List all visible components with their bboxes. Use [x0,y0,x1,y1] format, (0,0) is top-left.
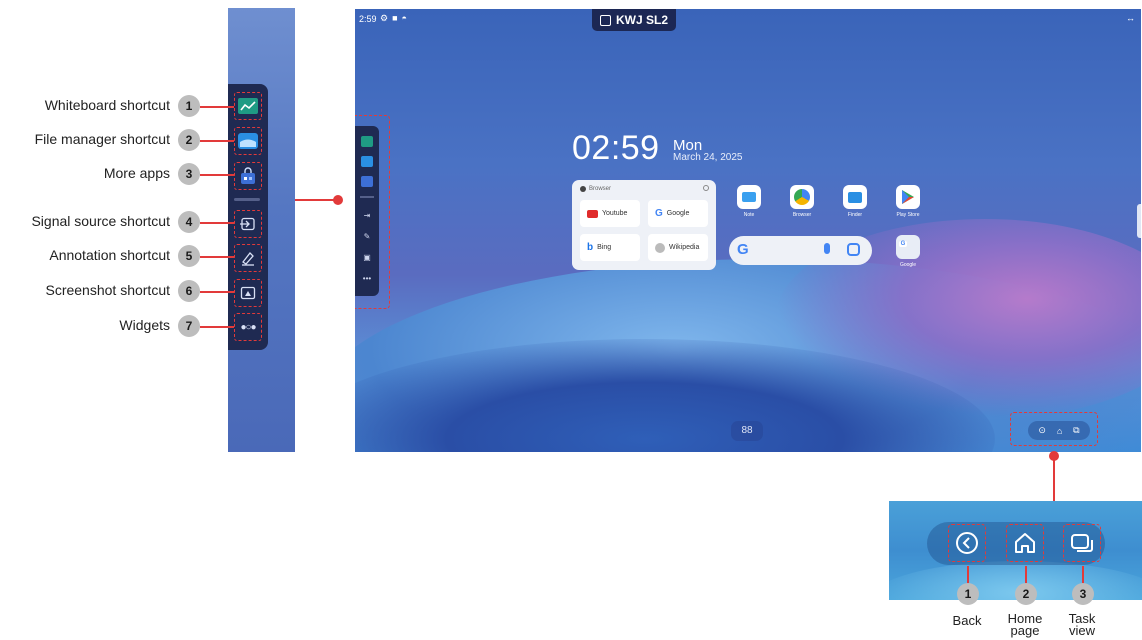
square-icon: ■ [392,13,398,23]
callout-line [200,256,234,258]
google-search-widget[interactable]: G [729,236,872,265]
callout-label: Screenshot shortcut [45,282,170,298]
app-finder[interactable]: Finder [835,185,875,218]
callout-label: Home page [1007,611,1043,638]
bookmark-bing[interactable]: b Bing [580,234,640,261]
gear-icon: ⚙ [380,13,389,23]
browser-widget: Browser Youtube G Google b Bing Wikipedi… [572,180,716,270]
more-apps-button[interactable] [234,162,262,190]
callout-number-badge: 7 [178,315,200,337]
page: ●○● Whiteboard shortcut 1 File manager sho… [0,0,1142,640]
status-time: 2:59 [359,14,377,24]
widgets-icon: ●○● [240,321,256,333]
sync-icon: ◓ [401,13,407,23]
device-icon [599,14,611,26]
screenshot-icon [240,286,256,300]
screenshot-shortcut-button[interactable] [234,279,262,307]
callout-line [200,174,234,176]
widgets-button[interactable]: ●○● [234,313,262,341]
bing-icon: b [587,242,594,253]
device-title: KWJ SL2 [615,13,668,27]
clock: 02:59 [572,129,660,167]
play-store-icon [896,185,920,209]
whiteboard-icon [238,98,258,114]
task-view-button[interactable] [1063,524,1101,562]
date: March 24, 2025 [673,152,743,163]
finder-icon [843,185,867,209]
google-icon: G [737,241,749,258]
callout-number-badge: 3 [1072,583,1094,605]
google-folder-icon: G [896,235,920,259]
callout-label: Whiteboard shortcut [44,97,170,113]
callout-label: File manager shortcut [34,131,170,147]
app-google-folder[interactable]: G Google [888,235,928,268]
bookmark-wikipedia[interactable]: Wikipedia [648,234,708,261]
browser-icon [790,185,814,209]
home-icon [1015,533,1035,553]
app-drawer-button[interactable]: 88 [731,421,763,441]
callout-line [200,140,234,142]
zoomed-toolbar: ●○● [228,84,268,350]
signal-source-shortcut-button[interactable] [234,210,262,238]
bookmark-youtube[interactable]: Youtube [580,200,640,227]
connector-line [1053,458,1055,501]
callout-label: Widgets [119,317,170,333]
file-manager-shortcut-button[interactable] [234,127,262,155]
lens-icon[interactable] [847,243,860,256]
side-edge-tab[interactable] [1137,204,1141,238]
google-icon: G [655,208,663,219]
navigation-highlight [1010,412,1098,446]
callout-number-badge: 1 [957,583,979,605]
back-icon [956,532,978,554]
expand-icon[interactable]: ↔ [1126,13,1135,23]
wikipedia-icon [655,242,665,253]
callout-number-badge: 2 [1015,583,1037,605]
browser-icon [580,186,586,192]
device-title-pill[interactable]: KWJ SL2 [592,9,676,31]
callout-line [200,326,234,328]
home-button[interactable] [1006,524,1044,562]
callout-line [200,291,234,293]
input-source-icon [240,217,256,231]
bookmark-google[interactable]: G Google [648,200,708,227]
callout-number-badge: 4 [178,211,200,233]
connector-dot [333,195,343,205]
callout-label: More apps [103,165,170,181]
toolbar-separator [234,198,260,201]
callout-number-badge: 5 [178,245,200,267]
callout-label: Task view [1068,611,1096,638]
annotation-shortcut-button[interactable] [234,244,262,272]
youtube-icon [587,209,598,218]
back-button[interactable] [948,524,986,562]
callout-number-badge: 1 [178,95,200,117]
pen-icon [240,250,256,266]
whiteboard-shortcut-button[interactable] [234,92,262,120]
app-play-store[interactable]: Play Store [888,185,928,218]
task-view-icon [1071,534,1093,552]
app-browser[interactable]: Browser [782,185,822,218]
app-note[interactable]: Note [729,185,769,218]
callout-line [200,222,234,224]
connector-line [295,199,338,201]
callout-number-badge: 6 [178,280,200,302]
browser-widget-header: Browser [580,186,611,192]
callout-line [200,106,234,108]
zoomed-navigation-panel [889,501,1142,600]
callout-label: Back [952,613,982,628]
toolbar-highlight [355,115,390,309]
callout-number-badge: 2 [178,129,200,151]
home-screen: 2:59 ⚙ ■ ◓ ↔ KWJ SL2 ⇥ ✎ ▣ ••• 02:59 Mon… [355,9,1141,452]
zoomed-sidebar-panel: ●○● [228,8,295,452]
callout-label: Annotation shortcut [49,247,170,263]
bag-icon [239,167,257,185]
settings-icon[interactable] [703,185,709,191]
status-icons: ⚙ ■ ◓ [380,13,407,24]
callout-label: Signal source shortcut [31,213,170,229]
microphone-icon[interactable] [824,243,830,254]
callout-number-badge: 3 [178,163,200,185]
file-manager-icon [238,133,258,149]
note-icon [737,185,761,209]
